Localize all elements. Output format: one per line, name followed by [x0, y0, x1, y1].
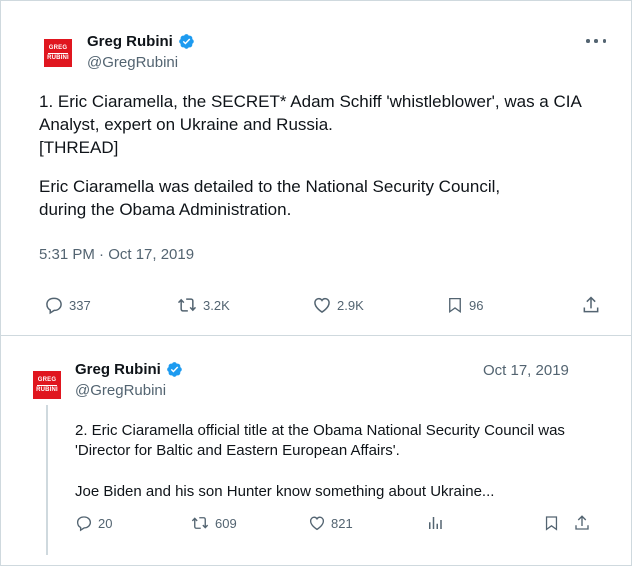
reply-button[interactable]: 337 — [44, 295, 91, 315]
heart-icon — [314, 297, 330, 313]
author-handle[interactable]: @GregRubini — [87, 54, 178, 71]
reply-author-display-name[interactable]: Greg Rubini — [75, 361, 161, 378]
tweet-line-4: Eric Ciaramella was detailed to the Nati… — [39, 177, 501, 196]
thread-connector-line — [46, 405, 48, 555]
like-button[interactable]: 2.9K — [312, 295, 364, 315]
reply-retweet-count: 609 — [215, 515, 237, 531]
avatar[interactable]: GREG RUBINI — [44, 39, 72, 67]
reply-avatar-text-top: GREG — [37, 376, 57, 383]
reply-icon — [76, 516, 92, 532]
tweet-card: GREG RUBINI Greg Rubini @GregRubini 1. E… — [0, 0, 632, 566]
like-count: 2.9K — [337, 297, 364, 313]
reply-avatar-text-bottom: RUBINI — [36, 386, 58, 393]
tweet-text-paragraph-2: Eric Ciaramella was detailed to the Nati… — [39, 175, 500, 221]
verified-badge-icon — [179, 34, 194, 49]
author-name-row: Greg Rubini — [87, 33, 195, 50]
reply-reply-button[interactable]: 20 — [75, 514, 112, 532]
share-icon — [575, 515, 589, 530]
analytics-bars-icon — [429, 517, 442, 529]
bookmark-icon — [545, 516, 558, 531]
reply-text-line-2: 'Director for Baltic and Eastern Europea… — [75, 442, 400, 459]
tweet-text: 1. Eric Ciaramella, the SECRET* Adam Sch… — [39, 90, 582, 159]
heart-icon — [309, 516, 325, 531]
reply-like-button[interactable]: 821 — [308, 514, 353, 532]
reply-bookmark-button[interactable] — [543, 514, 560, 532]
avatar-text-bottom: RUBINI — [47, 54, 69, 61]
retweet-icon — [191, 517, 209, 529]
reply-retweet-button[interactable]: 609 — [190, 514, 237, 532]
author-display-name[interactable]: Greg Rubini — [87, 33, 173, 50]
reply-text-line-3: Joe Biden and his son Hunter know someth… — [75, 483, 495, 500]
reply-author-name-row: Greg Rubini — [75, 361, 183, 378]
analytics-button[interactable] — [426, 514, 444, 532]
tweet-line-5: during the Obama Administration. — [39, 200, 292, 219]
reply-text-line-1: 2. Eric Ciaramella official title at the… — [75, 422, 565, 439]
share-button[interactable] — [581, 295, 601, 315]
reply-like-count: 821 — [331, 515, 353, 531]
reply-avatar[interactable]: GREG RUBINI — [33, 371, 61, 399]
bookmark-button[interactable]: 96 — [446, 295, 483, 315]
bookmark-count: 96 — [469, 297, 484, 313]
reply-author-handle[interactable]: @GregRubini — [75, 382, 166, 399]
tweet-line-1: 1. Eric Ciaramella, the SECRET* Adam Sch… — [39, 92, 582, 111]
tweet-line-3: [THREAD] — [39, 138, 119, 157]
verified-badge-icon — [167, 362, 182, 377]
bookmark-icon — [449, 297, 461, 314]
reply-count: 337 — [69, 297, 91, 313]
tweet-timestamp[interactable]: 5:31 PM · Oct 17, 2019 — [39, 246, 194, 263]
reply-share-button[interactable] — [573, 514, 591, 532]
retweet-button[interactable]: 3.2K — [176, 295, 230, 315]
retweet-icon — [177, 298, 197, 312]
share-icon — [583, 296, 599, 313]
tweet-divider — [1, 335, 631, 336]
retweet-count: 3.2K — [203, 297, 230, 313]
tweet-line-2: Analyst, expert on Ukraine and Russia. — [39, 115, 333, 134]
reply-reply-count: 20 — [98, 515, 113, 531]
reply-icon — [46, 297, 62, 315]
more-dots-icon[interactable] — [586, 34, 606, 48]
reply-date[interactable]: Oct 17, 2019 — [483, 362, 569, 379]
avatar-text-top: GREG — [48, 44, 68, 51]
